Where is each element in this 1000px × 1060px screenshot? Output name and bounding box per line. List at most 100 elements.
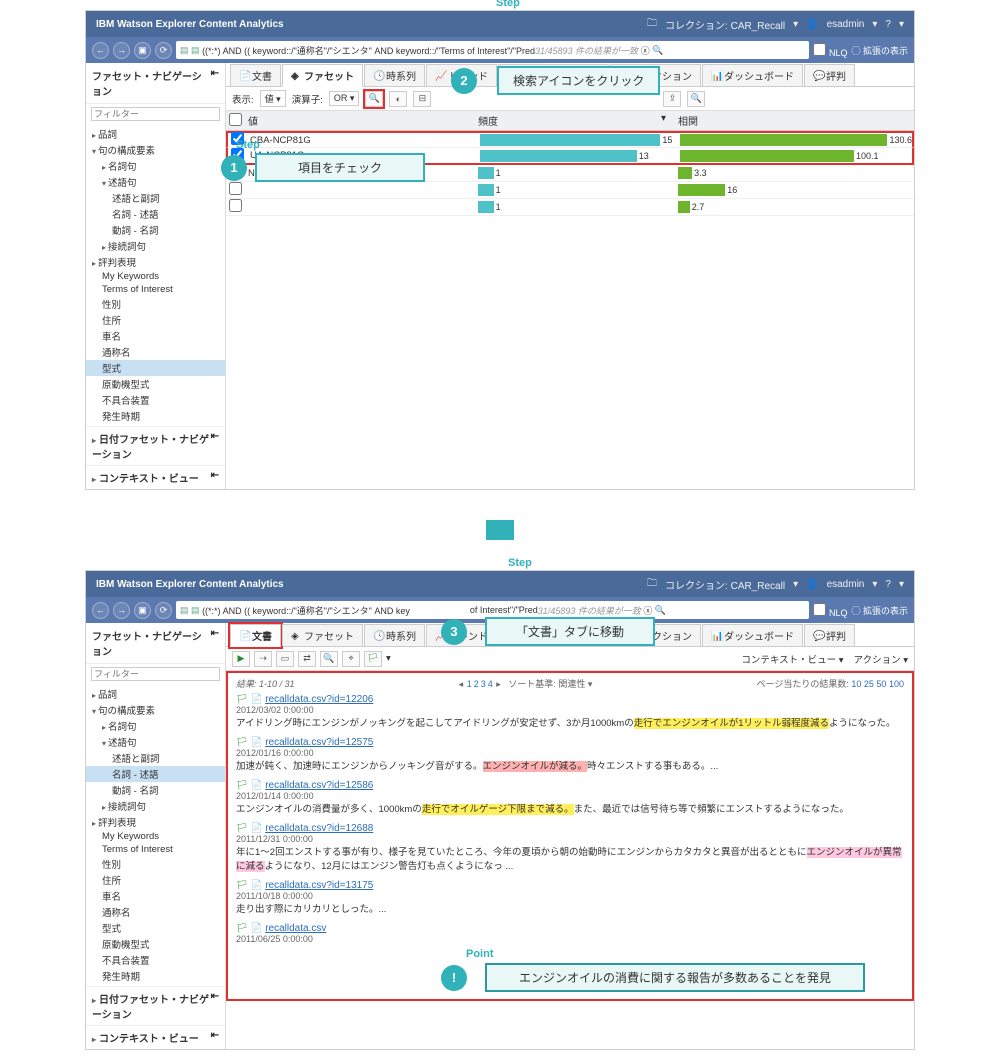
- pager[interactable]: ◂ 1234 ▸ ソート基準: 関連性 ▾: [459, 677, 593, 690]
- search-icon[interactable]: 🔍: [655, 605, 666, 616]
- expand-toggle[interactable]: 拡張の表示: [863, 46, 908, 56]
- tree-node[interactable]: 型式: [86, 920, 225, 936]
- export-button[interactable]: ⇪: [663, 91, 681, 107]
- facet-row[interactable]: 12.7: [226, 199, 914, 216]
- tree-node[interactable]: 原動機型式: [86, 376, 225, 392]
- tree-node[interactable]: 性別: [86, 296, 225, 312]
- back-button[interactable]: ←: [92, 42, 109, 59]
- flag-icon[interactable]: 🏳: [236, 923, 248, 934]
- tree-node[interactable]: 原動機型式: [86, 936, 225, 952]
- row-checkbox[interactable]: [229, 182, 242, 195]
- tree-node[interactable]: My Keywords: [86, 270, 225, 283]
- tree-node[interactable]: 不具合装置: [86, 392, 225, 408]
- forward-button[interactable]: →: [113, 42, 130, 59]
- search-run-button[interactable]: 🔍: [365, 91, 383, 107]
- tab-doc[interactable]: 📄文書: [230, 624, 281, 647]
- doc-item[interactable]: 🏳 📄 recalldata.csv?id=125752012/01/16 0:…: [236, 737, 904, 772]
- tree-node[interactable]: 車名: [86, 888, 225, 904]
- tree-node[interactable]: 品詞: [86, 126, 225, 142]
- clear-query-icon[interactable]: ⓧ: [643, 604, 652, 617]
- flag-icon[interactable]: 🏳: [236, 880, 248, 891]
- tree-node[interactable]: 品詞: [86, 686, 225, 702]
- doc-item[interactable]: 🏳 📄 recalldata.csv?id=131752011/10/18 0:…: [236, 880, 904, 915]
- tree-node[interactable]: My Keywords: [86, 830, 225, 843]
- tree-node[interactable]: 型式: [86, 360, 225, 376]
- tab-doc[interactable]: 📄文書: [230, 64, 281, 86]
- doc-title[interactable]: recalldata.csv?id=12206: [265, 694, 373, 705]
- search-icon[interactable]: 🔍: [652, 45, 663, 56]
- doc-item[interactable]: 🏳 📄 recalldata.csv?id=122062012/03/02 0:…: [236, 694, 904, 729]
- tree-node[interactable]: Terms of Interest: [86, 843, 225, 856]
- refresh-button[interactable]: ⟳: [155, 602, 172, 619]
- sidebar-collapse-icon[interactable]: ⇤: [211, 68, 219, 98]
- zoom-button[interactable]: 🔍: [687, 91, 705, 107]
- tree-node[interactable]: 通称名: [86, 904, 225, 920]
- tool-d[interactable]: ⌖: [342, 651, 360, 667]
- row-checkbox[interactable]: [229, 199, 242, 212]
- tree-node[interactable]: 述語と副詞: [86, 750, 225, 766]
- tree-node[interactable]: 名詞 - 述語: [86, 206, 225, 222]
- flag-icon[interactable]: 🏳: [236, 823, 248, 834]
- doc-title[interactable]: recalldata.csv?id=12688: [265, 823, 373, 834]
- tool-button-1[interactable]: ◐: [389, 91, 407, 107]
- collection-label[interactable]: コレクション: CAR_Recall: [665, 17, 785, 32]
- context-view-section[interactable]: コンテキスト・ビュー: [92, 470, 199, 485]
- sort-select[interactable]: 関連性 ▾: [558, 679, 592, 689]
- back-button[interactable]: ←: [92, 602, 109, 619]
- tool-b[interactable]: ▭: [276, 651, 294, 667]
- play-button[interactable]: ▶: [232, 651, 250, 667]
- tab-clock[interactable]: 🕓時系列: [364, 64, 425, 86]
- flag-icon[interactable]: 🏳: [236, 694, 248, 705]
- save-button[interactable]: ▣: [134, 602, 151, 619]
- doc-title[interactable]: recalldata.csv?id=13175: [265, 880, 373, 891]
- tree-node[interactable]: 名詞 - 述語: [86, 766, 225, 782]
- tab-diamond[interactable]: ◈ファセット: [282, 624, 363, 646]
- flag-icon[interactable]: 🏳: [236, 780, 248, 791]
- tab-diamond[interactable]: ◈ファセット: [282, 64, 363, 87]
- date-facet-section[interactable]: 日付ファセット・ナビゲーション: [92, 431, 211, 461]
- tree-node[interactable]: 通称名: [86, 344, 225, 360]
- tree-node[interactable]: 評判表現: [86, 814, 225, 830]
- tool-button-2[interactable]: ⊟: [413, 91, 431, 107]
- tree-node[interactable]: 不具合装置: [86, 952, 225, 968]
- doc-title[interactable]: recalldata.csv: [265, 923, 326, 934]
- tool-c[interactable]: ⇄: [298, 651, 316, 667]
- tab-dash[interactable]: 📊ダッシュボード: [702, 64, 803, 86]
- tree-node[interactable]: 接続詞句: [86, 798, 225, 814]
- tree-node[interactable]: 名詞句: [86, 158, 225, 174]
- tree-node[interactable]: 名詞句: [86, 718, 225, 734]
- tree-node[interactable]: 車名: [86, 328, 225, 344]
- tree-node[interactable]: Terms of Interest: [86, 283, 225, 296]
- tree-node[interactable]: 動詞 - 名詞: [86, 222, 225, 238]
- tree-node[interactable]: 述語句: [86, 734, 225, 750]
- tree-node[interactable]: 接続詞句: [86, 238, 225, 254]
- flag-button[interactable]: 🏳: [364, 651, 382, 667]
- tab-dash[interactable]: 📊ダッシュボード: [702, 624, 803, 646]
- clear-query-icon[interactable]: ⓧ: [641, 44, 650, 57]
- tree-node[interactable]: 住所: [86, 312, 225, 328]
- doc-title[interactable]: recalldata.csv?id=12575: [265, 737, 373, 748]
- save-button[interactable]: ▣: [134, 42, 151, 59]
- doc-item[interactable]: 🏳 📄 recalldata.csv2011/06/25 0:00:00: [236, 923, 904, 944]
- tab-clock[interactable]: 🕓時系列: [364, 624, 425, 646]
- tab-rep[interactable]: 💬評判: [804, 64, 855, 86]
- help-icon[interactable]: ?: [885, 19, 891, 30]
- filter-input[interactable]: [91, 107, 220, 121]
- nlq-checkbox[interactable]: [813, 43, 826, 56]
- show-select[interactable]: 値 ▾: [260, 90, 286, 107]
- tree-node[interactable]: 動詞 - 名詞: [86, 782, 225, 798]
- tree-node[interactable]: 発生時期: [86, 968, 225, 984]
- refresh-button[interactable]: ⟳: [155, 42, 172, 59]
- user-label[interactable]: esadmin: [827, 19, 865, 30]
- filter-input[interactable]: [91, 667, 220, 681]
- zoom-in-button[interactable]: 🔍: [320, 651, 338, 667]
- select-all-checkbox[interactable]: [229, 113, 242, 126]
- tree-node[interactable]: 評判表現: [86, 254, 225, 270]
- flag-icon[interactable]: 🏳: [236, 737, 248, 748]
- doc-item[interactable]: 🏳 📄 recalldata.csv?id=126882011/12/31 0:…: [236, 823, 904, 872]
- tree-node[interactable]: 句の構成要素: [86, 142, 225, 158]
- query-input[interactable]: ▤ ▤ ((*:*) AND (( keyword::/"通称名"/"シエンタ"…: [176, 41, 809, 59]
- doc-item[interactable]: 🏳 📄 recalldata.csv?id=125862012/01/14 0:…: [236, 780, 904, 815]
- tree-node[interactable]: 述語句: [86, 174, 225, 190]
- facet-row[interactable]: CBA-NCP81G15130.6: [226, 131, 914, 148]
